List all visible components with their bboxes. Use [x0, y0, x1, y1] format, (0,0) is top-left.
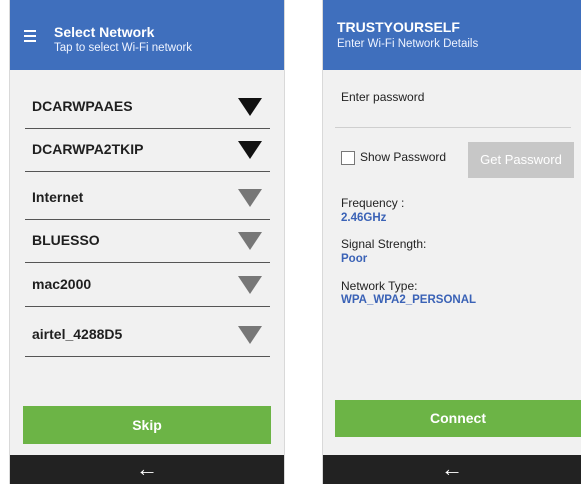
network-name: Internet — [32, 189, 84, 205]
back-arrow-icon[interactable]: ← — [441, 456, 463, 481]
show-password-label: Show Password — [360, 150, 447, 164]
show-password-checkbox[interactable] — [341, 151, 355, 165]
password-label: Enter password — [341, 90, 425, 104]
network-name: BLUESSO — [32, 232, 100, 248]
select-network-header: Select Network Tap to select Wi-Fi netwo… — [10, 0, 284, 70]
network-name: DCARWPAAES — [32, 98, 133, 114]
network-title: TRUSTYOURSELF — [337, 19, 460, 35]
signal-strength-value: Poor — [341, 253, 368, 265]
network-details-screen: TRUSTYOURSELF Enter Wi-Fi Network Detail… — [322, 0, 581, 484]
network-list-item[interactable]: BLUESSO — [25, 220, 270, 263]
network-list-item[interactable]: Internet — [25, 177, 270, 220]
get-password-button[interactable]: Get Password — [468, 142, 574, 178]
page-subtitle: Tap to select Wi-Fi network — [54, 42, 193, 54]
network-name: airtel_4288D5 — [32, 326, 123, 342]
nav-bar: ← — [323, 455, 581, 484]
network-details-header: TRUSTYOURSELF Enter Wi-Fi Network Detail… — [323, 0, 581, 70]
network-name: mac2000 — [32, 276, 92, 292]
frequency-value: 2.46GHz — [341, 212, 387, 224]
network-type-label: Network Type: — [341, 279, 418, 293]
network-type-value: WPA_WPA2_PERSONAL — [341, 294, 477, 306]
frequency-label: Frequency : — [341, 196, 405, 210]
network-list-item[interactable]: DCARWPA2TKIP — [25, 129, 270, 172]
network-subtitle: Enter Wi-Fi Network Details — [337, 38, 479, 50]
connect-button[interactable]: Connect — [335, 400, 581, 437]
wifi-strong-icon — [238, 141, 262, 159]
wifi-medium-icon — [238, 276, 262, 294]
menu-icon[interactable] — [24, 30, 36, 45]
password-input[interactable] — [335, 127, 571, 128]
network-name: DCARWPA2TKIP — [32, 141, 144, 157]
wifi-medium-icon — [238, 232, 262, 250]
network-list-item[interactable]: airtel_4288D5 — [25, 314, 270, 357]
page-title: Select Network — [54, 24, 155, 40]
skip-button[interactable]: Skip — [23, 406, 271, 444]
wifi-strong-icon — [238, 98, 262, 116]
signal-strength-label: Signal Strength: — [341, 237, 427, 251]
wifi-medium-icon — [238, 189, 262, 207]
network-list-item[interactable]: DCARWPAAES — [25, 86, 270, 129]
network-list-item[interactable]: mac2000 — [25, 264, 270, 307]
wifi-medium-icon — [238, 326, 262, 344]
nav-bar: ← — [10, 455, 284, 484]
back-arrow-icon[interactable]: ← — [136, 456, 158, 481]
select-network-screen: Select Network Tap to select Wi-Fi netwo… — [9, 0, 285, 484]
